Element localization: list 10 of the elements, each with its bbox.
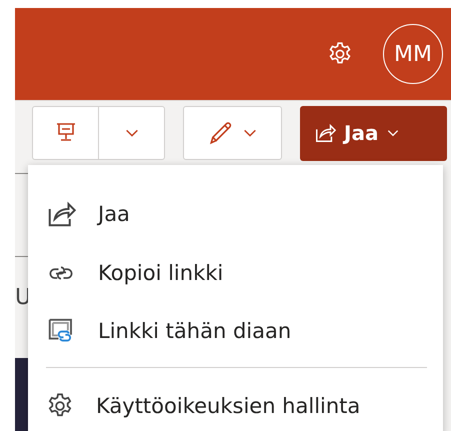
edit-button[interactable] bbox=[183, 106, 282, 160]
menu-item[interactable]: Kopioi linkki bbox=[28, 244, 443, 302]
share-button[interactable]: Jaa bbox=[300, 106, 447, 160]
user-avatar[interactable]: MM bbox=[383, 24, 443, 84]
menu-item[interactable]: Käyttöoikeuksien hallinta bbox=[28, 376, 443, 431]
share-icon bbox=[314, 122, 336, 144]
pencil-icon bbox=[208, 120, 234, 146]
menu-item[interactable]: Linkki tähän diaan bbox=[28, 302, 443, 361]
menu-item[interactable]: Jaa bbox=[28, 185, 443, 244]
share-icon bbox=[46, 199, 76, 230]
